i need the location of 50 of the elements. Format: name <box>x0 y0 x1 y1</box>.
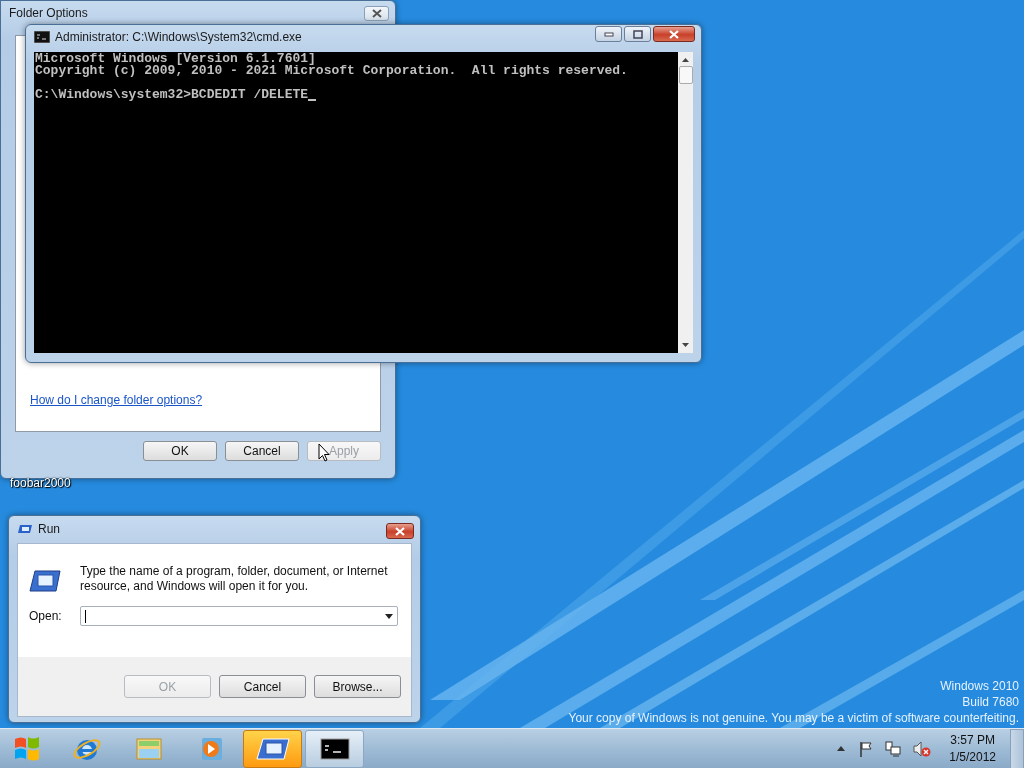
maximize-icon <box>632 29 643 39</box>
clock-time: 3:57 PM <box>950 731 995 749</box>
description-text: Type the name of a program, folder, document, or Internet resource, and Windows will open it for you. <box>80 564 389 594</box>
close-icon <box>371 8 382 18</box>
network-icon[interactable] <box>885 740 902 757</box>
dialog-button[interactable]: Browse... <box>314 675 401 698</box>
text-cursor <box>308 99 317 101</box>
minimize-button[interactable] <box>595 26 622 42</box>
console-icon <box>34 31 50 43</box>
run-icon <box>17 524 33 534</box>
run-icon <box>29 570 61 592</box>
maximize-button[interactable] <box>624 26 651 42</box>
dialog-button[interactable]: Cancel <box>225 441 299 461</box>
watermark-text: Your copy of Windows is not genuine. You may be a victim of software counterfeiting. <box>568 710 1019 726</box>
close-button[interactable] <box>653 26 695 42</box>
dialog-button[interactable]: OK <box>143 441 217 461</box>
desktop-icon-label[interactable]: foobar2000 <box>8 475 73 491</box>
minimize-icon <box>603 31 614 37</box>
close-icon <box>669 29 679 39</box>
flag-icon[interactable] <box>859 740 874 757</box>
run-icon <box>255 736 290 761</box>
console-icon <box>319 736 350 761</box>
taskbar-button[interactable] <box>305 729 364 768</box>
up-arrow-icon <box>837 746 846 751</box>
window-title: Administrator: C:\Windows\System32\cmd.exe <box>55 30 302 44</box>
dropdown-arrow-icon[interactable] <box>385 613 393 619</box>
console-prompt: C:\Windows\system32>BCDEDIT /DELETE <box>35 89 309 101</box>
scrollbar[interactable] <box>678 52 693 353</box>
console-area[interactable]: Microsoft Windows [Version 6.1.7601] Copyright (c) 2009, 2010 - 2021 Microsoft Corporation. All rights reserved. C:\Windows\system32>BCDEDIT /DELETE <box>34 52 678 353</box>
windows-logo-icon <box>13 735 41 762</box>
show-hidden-icons-button[interactable] <box>835 744 848 753</box>
help-link[interactable]: How do I change folder options? <box>30 393 203 407</box>
scroll-up-icon[interactable] <box>682 58 689 62</box>
clock[interactable]: 3:57 PM 1/5/2012 <box>947 731 998 766</box>
cursor-icon <box>318 443 330 462</box>
watermark-text: Windows 2010 <box>940 678 1019 694</box>
watermark-text: Build 7680 <box>962 694 1019 710</box>
close-button[interactable] <box>386 523 414 539</box>
clock-date: 1/5/2012 <box>949 748 996 766</box>
window-title: Run <box>38 522 60 536</box>
close-icon <box>395 526 405 536</box>
close-button[interactable] <box>364 5 389 21</box>
scroll-down-icon[interactable] <box>682 343 689 347</box>
console-line: Copyright (c) 2009, 2010 - 2021 Microsoft Corporation. All rights reserved. <box>35 65 629 77</box>
open-label: Open: <box>29 609 63 623</box>
dialog-button[interactable]: Cancel <box>219 675 306 698</box>
window-title: Folder Options <box>9 6 88 20</box>
scroll-thumb[interactable] <box>678 66 693 84</box>
speaker-icon[interactable] <box>913 740 932 757</box>
console-line: Microsoft Windows [Version 6.1.7601] <box>35 53 316 65</box>
